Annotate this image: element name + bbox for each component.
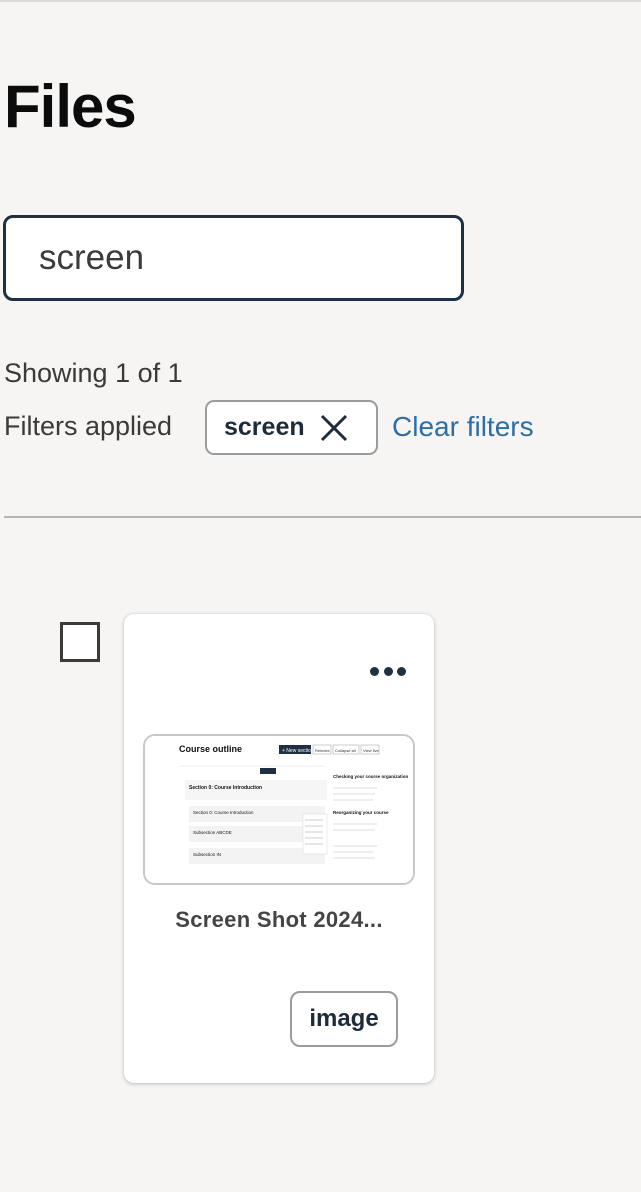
svg-text:Subsection IN: Subsection IN [193,852,221,857]
results-divider [4,516,641,518]
thumbnail-screenshot-image: Course outline + New section Reindex Col… [145,736,413,883]
svg-text:Subsection ABCDE: Subsection ABCDE [193,830,232,835]
file-thumbnail[interactable]: Course outline + New section Reindex Col… [143,734,415,885]
clear-filters-link[interactable]: Clear filters [392,411,534,443]
svg-text:Checking your course organizat: Checking your course organization [333,774,409,779]
svg-text:Reorganizing your course: Reorganizing your course [333,810,389,815]
file-select-checkbox[interactable] [60,622,100,662]
more-horizontal-icon [370,666,379,676]
file-name[interactable]: Screen Shot 2024... [124,907,434,933]
search-input[interactable] [3,215,464,301]
results-count: Showing 1 of 1 [4,358,183,388]
svg-text:+ New section: + New section [282,748,314,754]
svg-text:View live: View live [363,748,379,753]
svg-text:Section 0: Course Introduction: Section 0: Course Introduction [189,785,262,791]
top-divider [0,0,641,2]
file-type-badge: image [290,991,398,1047]
close-icon[interactable] [319,413,349,443]
thumb-title: Course outline [179,744,242,754]
svg-text:Reindex: Reindex [315,748,330,753]
svg-text:Section 0: Course Introduction: Section 0: Course Introduction [193,810,254,815]
filters-applied-label: Filters applied [4,411,173,441]
file-card[interactable]: Course outline + New section Reindex Col… [124,614,434,1083]
page-title: Files [4,73,137,140]
more-options-button[interactable] [370,660,406,682]
filter-chip-label: screen [224,413,305,441]
svg-text:Collapse all: Collapse all [335,748,356,753]
filter-chip-screen[interactable]: screen [205,400,378,455]
